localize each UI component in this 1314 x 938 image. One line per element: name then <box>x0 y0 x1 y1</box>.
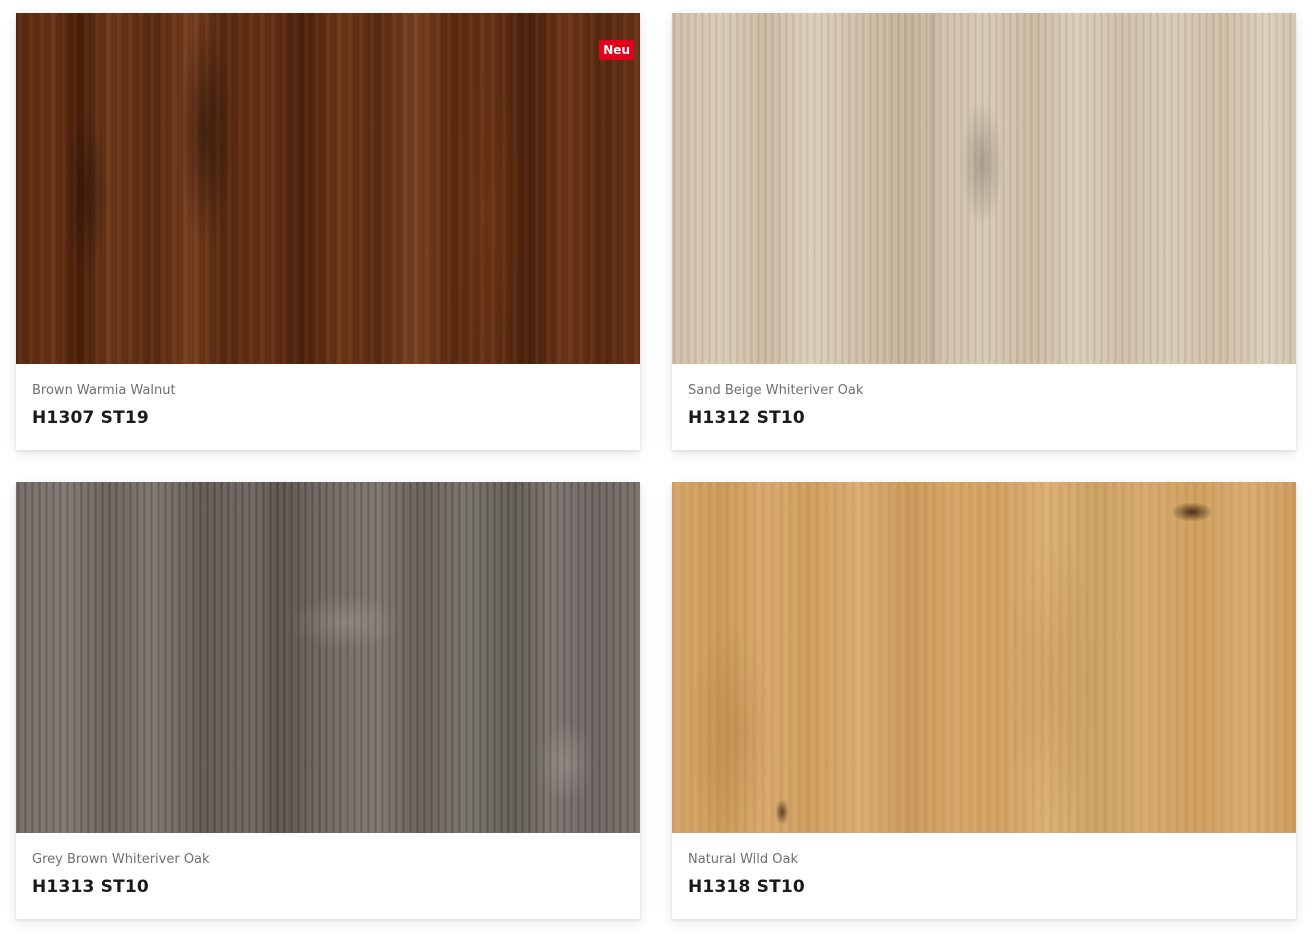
product-code[interactable]: H1313 ST10 <box>32 875 624 899</box>
product-code[interactable]: H1318 ST10 <box>688 875 1280 899</box>
product-swatch-image[interactable] <box>672 13 1296 364</box>
product-info: Grey Brown Whiteriver Oak H1313 ST10 <box>16 833 640 919</box>
product-swatch-image[interactable] <box>672 482 1296 833</box>
wood-knot-overlay <box>16 13 640 364</box>
product-info: Natural Wild Oak H1318 ST10 <box>672 833 1296 919</box>
product-grid: Neu Brown Warmia Walnut H1307 ST19 Sand … <box>16 13 1296 919</box>
product-info: Brown Warmia Walnut H1307 ST19 <box>16 364 640 450</box>
wood-knot-overlay <box>672 13 1296 364</box>
product-name: Brown Warmia Walnut <box>32 383 176 398</box>
product-card[interactable]: Neu Brown Warmia Walnut H1307 ST19 <box>16 13 640 450</box>
wood-knot-overlay <box>16 482 640 833</box>
product-code[interactable]: H1307 ST19 <box>32 406 624 430</box>
product-info: Sand Beige Whiteriver Oak H1312 ST10 <box>672 364 1296 450</box>
product-name: Natural Wild Oak <box>688 852 798 867</box>
product-card[interactable]: Natural Wild Oak H1318 ST10 <box>672 482 1296 919</box>
product-swatch-image[interactable]: Neu <box>16 13 640 364</box>
product-name: Grey Brown Whiteriver Oak <box>32 852 210 867</box>
product-name: Sand Beige Whiteriver Oak <box>688 383 864 398</box>
product-swatch-image[interactable] <box>16 482 640 833</box>
new-badge: Neu <box>599 40 634 60</box>
product-card[interactable]: Grey Brown Whiteriver Oak H1313 ST10 <box>16 482 640 919</box>
product-card[interactable]: Sand Beige Whiteriver Oak H1312 ST10 <box>672 13 1296 450</box>
wood-knot-overlay <box>672 482 1296 833</box>
product-code[interactable]: H1312 ST10 <box>688 406 1280 430</box>
